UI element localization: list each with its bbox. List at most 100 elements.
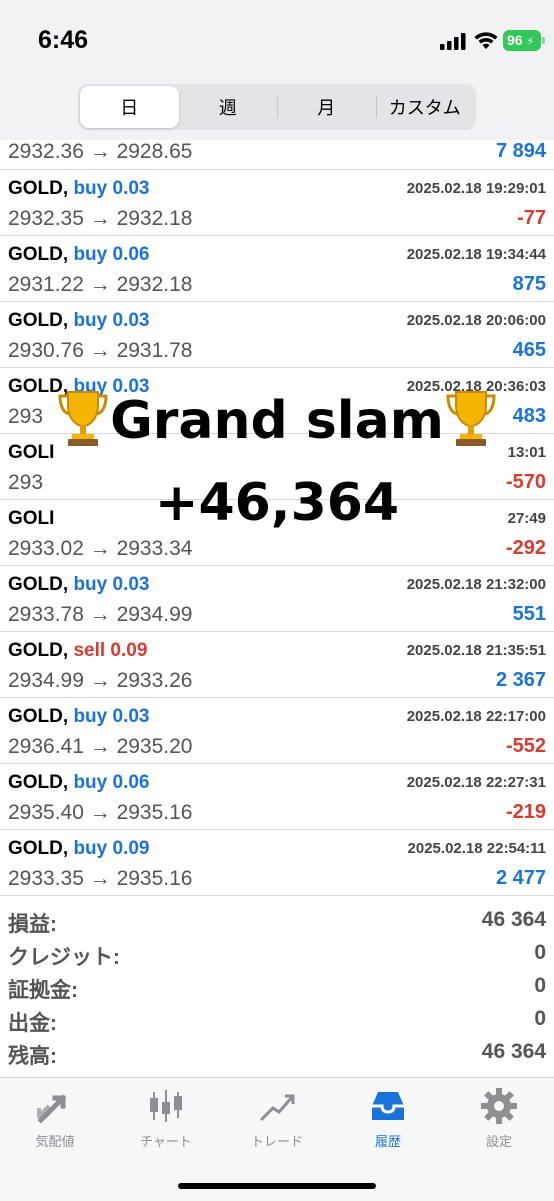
history-row[interactable]: GOLD, buy 0.03 2025.02.18 22:17:00 2936.41…	[0, 698, 554, 764]
trade-symbol-line: GOLD, buy 0.03	[8, 310, 150, 332]
trade-symbol: GOLD,	[8, 376, 69, 397]
candlestick-chart-icon	[150, 1090, 182, 1122]
trade-symbol-line: GOLD, buy 0.06	[8, 244, 150, 266]
trade-datetime: 2025.02.18 20:06:00	[406, 312, 546, 329]
trade-datetime: 27:49	[507, 510, 546, 527]
trade-datetime: 2025.02.18 21:32:00	[406, 576, 546, 593]
trade-direction: buy 0.03	[73, 310, 150, 331]
trade-symbol-line: GOLD, buy 0.03	[8, 574, 150, 596]
history-row[interactable]: GOLD, buy 0.06 2025.02.18 19:34:44 2931.22…	[0, 236, 554, 302]
trade-symbol-line: GOLD, buy 0.03	[8, 178, 150, 200]
profit-value: -570	[505, 471, 546, 493]
price-range: 2932.36 → 2928.65	[8, 140, 193, 163]
tab-label: 履歴	[374, 1134, 401, 1149]
trade-symbol: GOLD,	[8, 706, 69, 727]
history-row[interactable]: GOLI 27:49 2933.02 → 2933.34 -292	[0, 500, 554, 566]
trade-datetime: 2025.02.18 22:27:31	[406, 774, 546, 791]
trade-symbol: GOLD,	[8, 772, 69, 793]
summary-label: クレジット:	[8, 946, 120, 969]
segment-custom[interactable]: カスタム	[375, 86, 475, 128]
trade-datetime: 2025.02.18 22:54:11	[407, 840, 546, 857]
summary-profit: 損益: 46 364	[0, 906, 554, 939]
profit-value: 875	[512, 273, 546, 295]
price-range: 2933.78 → 2934.99	[8, 603, 193, 626]
segment-day[interactable]: 日	[80, 86, 179, 128]
history-tray-icon	[372, 1092, 404, 1120]
period-header: 日 週 月 カスタム	[0, 80, 554, 140]
summary-value: 0	[534, 974, 546, 997]
home-indicator	[178, 1183, 376, 1189]
tab-quotes[interactable]: 気配値	[5, 1086, 105, 1150]
tab-settings[interactable]: 設定	[449, 1086, 549, 1150]
trade-symbol-line: GOLI	[8, 442, 54, 464]
price-range: 293	[8, 405, 44, 428]
price-range: 293	[8, 471, 44, 494]
profit-value: 2 477	[495, 867, 546, 889]
trade-symbol-line: GOLI	[8, 508, 54, 530]
profit-value: 551	[512, 603, 546, 625]
profit-value: -219	[505, 801, 546, 823]
history-row[interactable]: GOLD, buy 0.03 2025.02.18 20:06:00 2930.76…	[0, 302, 554, 368]
summary-withdrawal: 出金: 0	[0, 1005, 554, 1038]
history-row[interactable]: GOLI 13:01 293 -570	[0, 434, 554, 500]
price-range: 2931.22 → 2932.18	[8, 273, 193, 296]
trade-direction: buy 0.06	[73, 244, 150, 265]
price-range: 2934.99 → 2933.26	[8, 669, 193, 692]
trade-symbol: GOLD,	[8, 178, 69, 199]
trade-symbol: GOLD,	[8, 244, 69, 265]
trade-direction: sell 0.09	[73, 640, 148, 661]
summary-label: 損益:	[8, 913, 57, 936]
trade-direction: buy 0.03	[73, 574, 150, 595]
history-row[interactable]: GOLD, buy 0.06 2025.02.18 22:27:31 2935.40…	[0, 764, 554, 830]
tab-chart[interactable]: チャート	[116, 1086, 216, 1150]
price-range: 2930.76 → 2931.78	[8, 339, 193, 362]
trade-symbol-line: GOLD, buy 0.06	[8, 772, 150, 794]
segment-week[interactable]: 週	[179, 86, 278, 128]
trade-symbol: GOLI	[8, 508, 55, 529]
gear-icon	[481, 1088, 517, 1124]
segment-month[interactable]: 月	[277, 86, 376, 128]
cellular-signal-icon	[440, 33, 466, 50]
summary-balance: 残高: 46 364	[0, 1038, 554, 1071]
trade-symbol: GOLI	[8, 442, 55, 463]
history-row[interactable]: GOLD, buy 0.03 2025.02.18 19:29:01 2932.35…	[0, 170, 554, 236]
trade-datetime: 2025.02.18 20:36:03	[406, 378, 546, 395]
summary-credit: クレジット: 0	[0, 939, 554, 972]
trade-direction: buy 0.03	[73, 178, 150, 199]
summary-value: 46 364	[481, 908, 546, 931]
trade-direction: buy 0.03	[73, 706, 150, 727]
tab-label: 気配値	[35, 1134, 75, 1149]
trade-direction: buy 0.06	[73, 772, 150, 793]
tab-trade[interactable]: トレード	[227, 1086, 327, 1150]
profit-value: 483	[512, 405, 546, 427]
status-bar: 6:46 96 ⚡	[0, 0, 554, 80]
profit-value: -552	[505, 735, 546, 757]
tab-history[interactable]: 履歴	[338, 1086, 438, 1150]
summary-value: 0	[534, 941, 546, 964]
summary-label: 出金:	[8, 1012, 57, 1035]
profit-value: 7 894	[495, 140, 546, 162]
summary-value: 0	[534, 1007, 546, 1030]
account-summary: 損益: 46 364 クレジット: 0 証拠金: 0 出金: 0 残高: 46 …	[0, 906, 554, 1071]
price-range: 2936.41 → 2935.20	[8, 735, 193, 758]
period-segmented-control: 日 週 月 カスタム	[78, 84, 476, 130]
battery-tip	[542, 37, 545, 44]
history-row[interactable]: GOLD, buy 0.03 2025.02.18 21:32:00 2933.78…	[0, 566, 554, 632]
history-row[interactable]: GOLD, buy 0.09 2025.02.18 22:54:11 2933.35…	[0, 830, 554, 896]
profit-value: -292	[505, 537, 546, 559]
wifi-icon	[474, 32, 498, 49]
price-range: 2935.40 → 2935.16	[8, 801, 193, 824]
tab-label: トレード	[250, 1134, 303, 1149]
profit-value: 2 367	[495, 669, 546, 691]
history-row[interactable]: GOLD, sell 0.09 2025.02.18 21:35:51 2934.9…	[0, 632, 554, 698]
history-list: 2932.36 → 2928.65 7 894 GOLD, buy 0.03 20…	[0, 140, 554, 896]
profit-value: 465	[512, 339, 546, 361]
trade-direction: buy 0.09	[73, 838, 150, 859]
summary-margin: 証拠金: 0	[0, 972, 554, 1005]
tab-label: 設定	[485, 1134, 512, 1149]
summary-value: 46 364	[481, 1040, 546, 1063]
trade-symbol-line: GOLD, buy 0.03	[8, 706, 150, 728]
history-row[interactable]: GOLD, buy 0.03 2025.02.18 20:36:03 293 483	[0, 368, 554, 434]
history-row-partial[interactable]: 2932.36 → 2928.65 7 894	[0, 140, 554, 170]
price-range: 2932.35 → 2932.18	[8, 207, 193, 230]
